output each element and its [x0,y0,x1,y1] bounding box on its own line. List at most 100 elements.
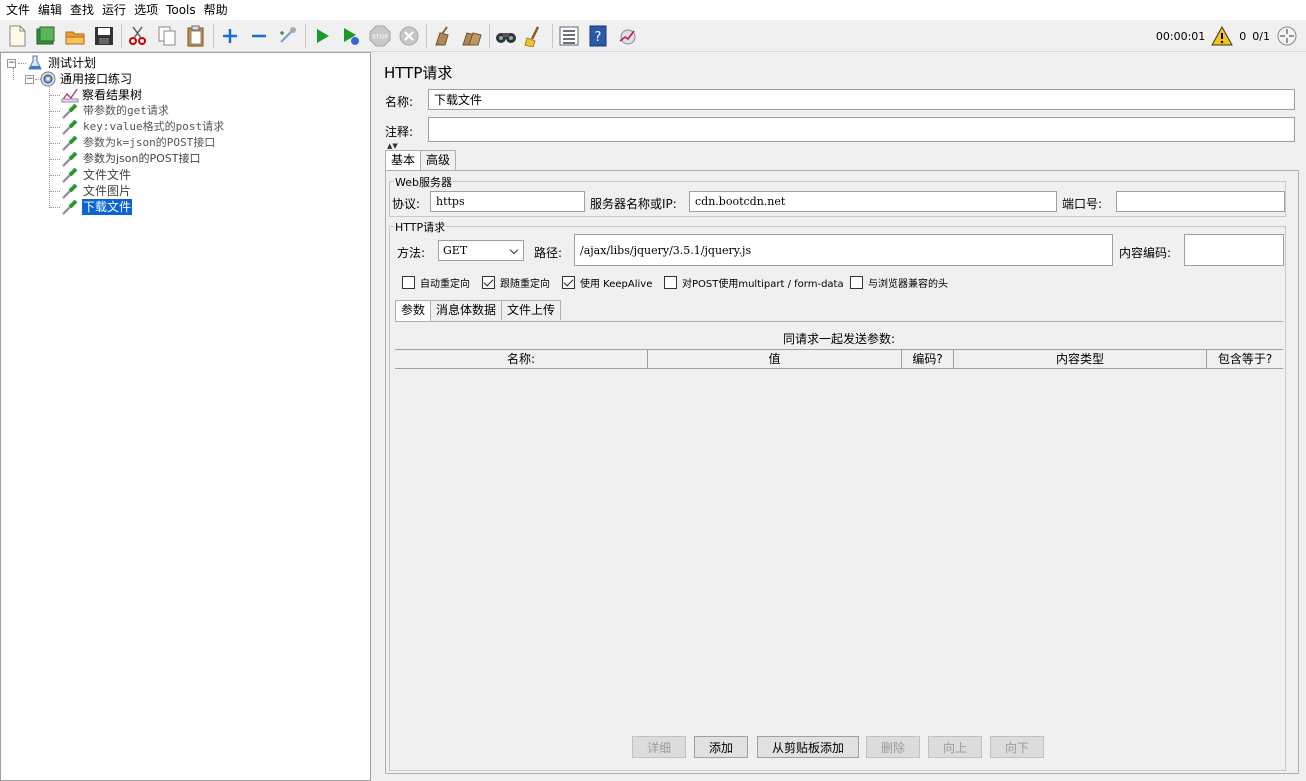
templates-icon[interactable] [33,23,59,49]
tree-node-sampler[interactable]: 文件文件 [61,167,132,183]
add-from-clipboard-button[interactable]: 从剪贴板添加 [757,736,859,758]
menu-help[interactable]: 帮助 [200,0,232,20]
tab-parameters[interactable]: 参数 [395,300,432,321]
expand-icon[interactable] [217,23,243,49]
tree-node-sampler[interactable]: 参数为k=json的POST接口 [61,135,216,151]
follow-redirect-checkbox[interactable]: 跟随重定向 [482,275,550,290]
checkbox-box[interactable] [562,276,575,289]
warning-icon[interactable] [1211,26,1234,46]
thread-group-icon [40,71,56,87]
tab-body-data[interactable]: 消息体数据 [430,300,503,320]
menu-file[interactable]: 文件 [2,0,34,20]
pipette-icon [61,103,79,119]
detail-button[interactable]: 详细 [632,736,686,758]
multipart-checkbox[interactable]: 对POST使用multipart / form-data [664,275,844,290]
col-content-type[interactable]: 内容类型 [954,350,1207,368]
tree-node-sampler[interactable]: 文件图片 [61,183,132,199]
tab-advanced[interactable]: 高级 [420,150,457,170]
params-table-body[interactable] [395,369,1283,729]
name-field[interactable]: 下载文件 [428,89,1295,110]
copy-icon[interactable] [154,23,180,49]
tree-label: 文件图片 [83,184,132,198]
paste-icon[interactable] [183,23,209,49]
cut-icon[interactable] [125,23,151,49]
tab-basic[interactable]: 基本 [385,150,422,171]
protocol-field[interactable]: https [430,191,585,212]
running-indicator-icon [1276,25,1298,47]
tree-node-test-plan[interactable]: − 测试计划 [7,55,97,71]
collapse-handle-icon[interactable]: ▲▼ [387,143,398,150]
params-caption: 同请求一起发送参数: [782,332,896,346]
clear-all-icon[interactable] [459,23,485,49]
tab-file-upload[interactable]: 文件上传 [501,300,562,320]
open-icon[interactable] [62,23,88,49]
move-up-button[interactable]: 向上 [928,736,982,758]
toggle-icon[interactable] [275,23,301,49]
col-include-equals[interactable]: 包含等于? [1207,350,1283,368]
menu-search[interactable]: 查找 [66,0,98,20]
col-name[interactable]: 名称: [395,350,648,368]
tree-label: 下载文件 [82,199,133,215]
browser-headers-checkbox[interactable]: 与浏览器兼容的头 [850,275,948,290]
checkbox-label: 使用 KeepAlive [580,279,653,290]
tree-node-sampler[interactable]: 带参数的get请求 [61,103,170,119]
panel-title: HTTP请求 [384,64,453,82]
start-no-pause-icon[interactable] [338,23,364,49]
checkbox-label: 自动重定向 [420,279,470,290]
menu-run[interactable]: 运行 [98,0,130,20]
tree-label: 参数为json的POST接口 [83,152,201,165]
checkbox-box[interactable] [402,276,415,289]
listener-icon [61,87,79,103]
col-value[interactable]: 值 [648,350,902,368]
menu-edit[interactable]: 编辑 [34,0,66,20]
encoding-field[interactable] [1184,234,1284,266]
delete-button[interactable]: 删除 [866,736,920,758]
collapse-toggle-icon[interactable]: − [25,74,34,84]
comment-field[interactable] [428,117,1295,142]
col-encode[interactable]: 编码? [902,350,954,368]
auto-redirect-checkbox[interactable]: 自动重定向 [402,275,470,290]
server-field[interactable]: cdn.bootcdn.net [689,191,1057,212]
clear-icon[interactable] [430,23,456,49]
keepalive-checkbox[interactable]: 使用 KeepAlive [562,275,652,290]
test-plan-tree: − 测试计划 − 通用接口练习 察看结果树 带参数的get请求 key:valu… [0,52,371,781]
checkbox-box[interactable] [664,276,677,289]
shutdown-icon[interactable] [396,23,422,49]
tree-node-view-results-tree[interactable]: 察看结果树 [61,87,143,103]
tree-label: key:value格式的post请求 [83,120,225,133]
menu-options[interactable]: 选项 [130,0,162,20]
move-down-button[interactable]: 向下 [990,736,1044,758]
save-icon[interactable] [91,23,117,49]
tree-node-sampler-selected[interactable]: 下载文件 [61,199,133,215]
path-field[interactable]: /ajax/libs/jquery/3.5.1/jquery.js [574,234,1113,266]
chevron-down-icon [509,245,519,255]
port-field[interactable] [1116,191,1285,212]
port-label: 端口号: [1062,197,1103,211]
help-icon[interactable]: ? [585,23,611,49]
start-icon[interactable] [309,23,335,49]
thread-count: 0/1 [1252,29,1270,43]
menu-tools[interactable]: Tools [162,0,200,20]
add-button[interactable]: 添加 [694,736,748,758]
reset-search-icon[interactable] [522,23,548,49]
method-label: 方法: [397,246,426,260]
stop-icon[interactable]: STOP [367,23,393,49]
tree-label: 通用接口练习 [60,72,133,86]
checkbox-box[interactable] [482,276,495,289]
tree-node-sampler[interactable]: key:value格式的post请求 [61,119,225,135]
path-label: 路径: [534,246,563,260]
pipette-icon [61,167,79,183]
tree-node-sampler[interactable]: 参数为json的POST接口 [61,151,201,167]
checkbox-box[interactable] [850,276,863,289]
collapse-icon[interactable] [246,23,272,49]
remote-icon[interactable] [614,23,640,49]
new-icon[interactable] [4,23,30,49]
search-icon[interactable] [493,23,519,49]
collapse-toggle-icon[interactable]: − [7,58,16,68]
function-helper-icon[interactable] [556,23,582,49]
method-select[interactable]: GET [438,240,524,261]
tree-node-thread-group[interactable]: − 通用接口练习 [25,71,133,87]
test-plan-icon [28,55,42,71]
checkbox-label: 与浏览器兼容的头 [868,279,948,290]
checkbox-label: 对POST使用multipart / form-data [682,279,844,290]
